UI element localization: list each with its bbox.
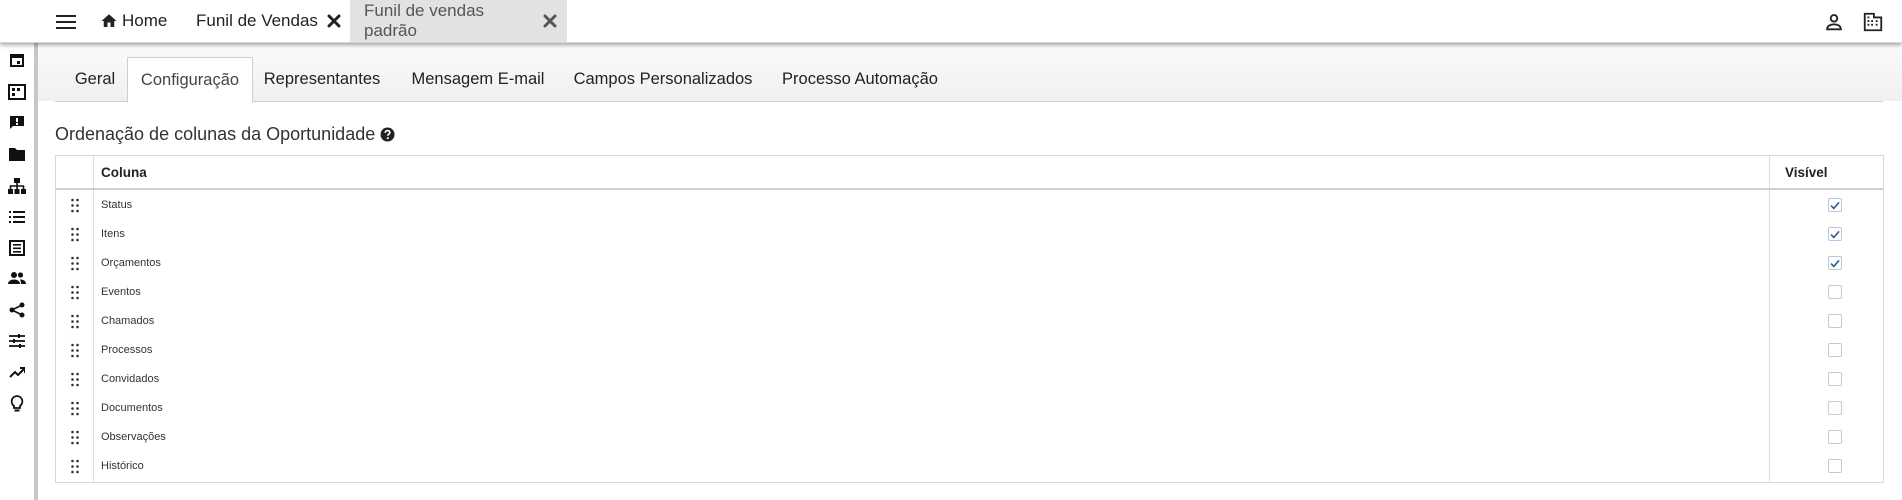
tab-processo-automacao-label: Processo Automação <box>782 69 938 88</box>
visible-checkbox[interactable] <box>1828 430 1842 444</box>
tab-geral-label: Geral <box>74 69 116 88</box>
calendar-icon[interactable] <box>7 50 27 70</box>
visible-checkbox[interactable] <box>1828 256 1842 270</box>
folder-icon[interactable] <box>7 144 27 164</box>
visible-checkbox[interactable] <box>1828 285 1842 299</box>
tab-campos-personalizados-label: Campos Personalizados <box>573 69 753 88</box>
drag-handle-icon[interactable] <box>70 285 80 300</box>
tab-mensagem-email-label: Mensagem E-mail <box>411 69 545 88</box>
tab-configuracao[interactable]: Configuração <box>127 57 253 103</box>
visible-checkbox[interactable] <box>1828 227 1842 241</box>
tab-processo-automacao[interactable]: Processo Automação <box>779 57 941 101</box>
tab-configuracao-label: Configuração <box>140 70 240 89</box>
table-row[interactable]: Chamados <box>56 307 1883 336</box>
trending-up-icon[interactable] <box>7 362 27 382</box>
row-label: Observações <box>101 431 166 443</box>
feedback-icon[interactable] <box>7 113 27 133</box>
column-order-grid: Coluna Visível Status Itens Orçamentos Even… <box>55 155 1884 483</box>
tab-representantes[interactable]: Representantes <box>261 57 383 101</box>
tab-home-label: Home <box>122 11 168 30</box>
header-coluna[interactable]: Coluna <box>101 165 147 180</box>
tab-campos-personalizados[interactable]: Campos Personalizados <box>573 57 753 101</box>
share-icon[interactable] <box>7 300 27 320</box>
drag-handle-icon[interactable] <box>70 430 80 445</box>
sidebar <box>0 42 38 500</box>
table-row[interactable]: Itens <box>56 220 1883 249</box>
table-row[interactable]: Documentos <box>56 394 1883 423</box>
grid-header: Coluna Visível <box>56 156 1883 190</box>
drag-handle-icon[interactable] <box>70 314 80 329</box>
row-label: Processos <box>101 344 153 356</box>
top-bar: Home Funil de Vendas Funil de vendas pad… <box>0 0 1902 43</box>
company-icon[interactable] <box>1862 11 1884 33</box>
table-row[interactable]: Eventos <box>56 278 1883 307</box>
tab-representantes-label: Representantes <box>263 69 381 88</box>
row-label: Itens <box>101 228 125 240</box>
table-row[interactable]: Processos <box>56 336 1883 365</box>
check-icon <box>1830 201 1840 210</box>
table-row[interactable]: Histórico <box>56 452 1883 481</box>
drag-handle-icon[interactable] <box>70 459 80 474</box>
tab-geral[interactable]: Geral <box>69 57 121 101</box>
people-icon[interactable] <box>7 268 27 288</box>
close-icon[interactable] <box>543 14 557 28</box>
table-row[interactable]: Orçamentos <box>56 249 1883 278</box>
drag-handle-icon[interactable] <box>70 401 80 416</box>
row-label: Eventos <box>101 286 141 298</box>
row-label: Orçamentos <box>101 257 161 269</box>
visible-checkbox[interactable] <box>1828 314 1842 328</box>
drag-handle-icon[interactable] <box>70 372 80 387</box>
check-icon <box>1830 230 1840 239</box>
table-row[interactable]: Observações <box>56 423 1883 452</box>
table-row[interactable]: Status <box>56 191 1883 220</box>
check-icon <box>1830 259 1840 268</box>
user-icon[interactable] <box>1823 11 1845 33</box>
tab-funil-de-vendas[interactable]: Funil de Vendas <box>186 0 351 42</box>
tab-mensagem-email[interactable]: Mensagem E-mail <box>408 57 548 101</box>
subtabs-divider <box>55 101 1883 102</box>
row-label: Chamados <box>101 315 155 327</box>
drag-handle-icon[interactable] <box>70 343 80 358</box>
tab-home[interactable]: Home <box>90 0 177 42</box>
lightbulb-icon[interactable] <box>7 393 27 413</box>
drag-handle-icon[interactable] <box>70 256 80 271</box>
main-content: Geral Configuração Representantes Mensag… <box>38 42 1902 500</box>
help-icon[interactable] <box>380 127 395 142</box>
tab-funil-label: Funil de Vendas <box>196 11 318 30</box>
row-label: Documentos <box>101 402 163 414</box>
list-icon[interactable] <box>7 207 27 227</box>
drag-handle-icon[interactable] <box>70 198 80 213</box>
sliders-icon[interactable] <box>7 331 27 351</box>
drag-handle-icon[interactable] <box>70 227 80 242</box>
tab-funil-de-vendas-padrao[interactable]: Funil de vendas padrão <box>350 0 567 42</box>
section-title: Ordenação de colunas da Oportunidade <box>55 124 395 145</box>
tab-padrao-label: Funil de vendas padrão <box>364 1 485 40</box>
report-icon[interactable] <box>7 238 27 258</box>
org-chart-icon[interactable] <box>7 176 27 196</box>
kanban-icon[interactable] <box>7 82 27 102</box>
hamburger-menu-icon[interactable] <box>54 11 78 31</box>
row-label: Status <box>101 199 133 211</box>
row-label: Convidados <box>101 373 160 385</box>
close-icon[interactable] <box>327 14 341 28</box>
visible-checkbox[interactable] <box>1828 343 1842 357</box>
home-icon <box>100 12 118 30</box>
header-visivel[interactable]: Visível <box>1785 165 1828 180</box>
section-title-text: Ordenação de colunas da Oportunidade <box>55 124 376 144</box>
visible-checkbox[interactable] <box>1828 372 1842 386</box>
table-row[interactable]: Convidados <box>56 365 1883 394</box>
visible-checkbox[interactable] <box>1828 401 1842 415</box>
visible-checkbox[interactable] <box>1828 459 1842 473</box>
visible-checkbox[interactable] <box>1828 198 1842 212</box>
row-label: Histórico <box>101 460 144 472</box>
